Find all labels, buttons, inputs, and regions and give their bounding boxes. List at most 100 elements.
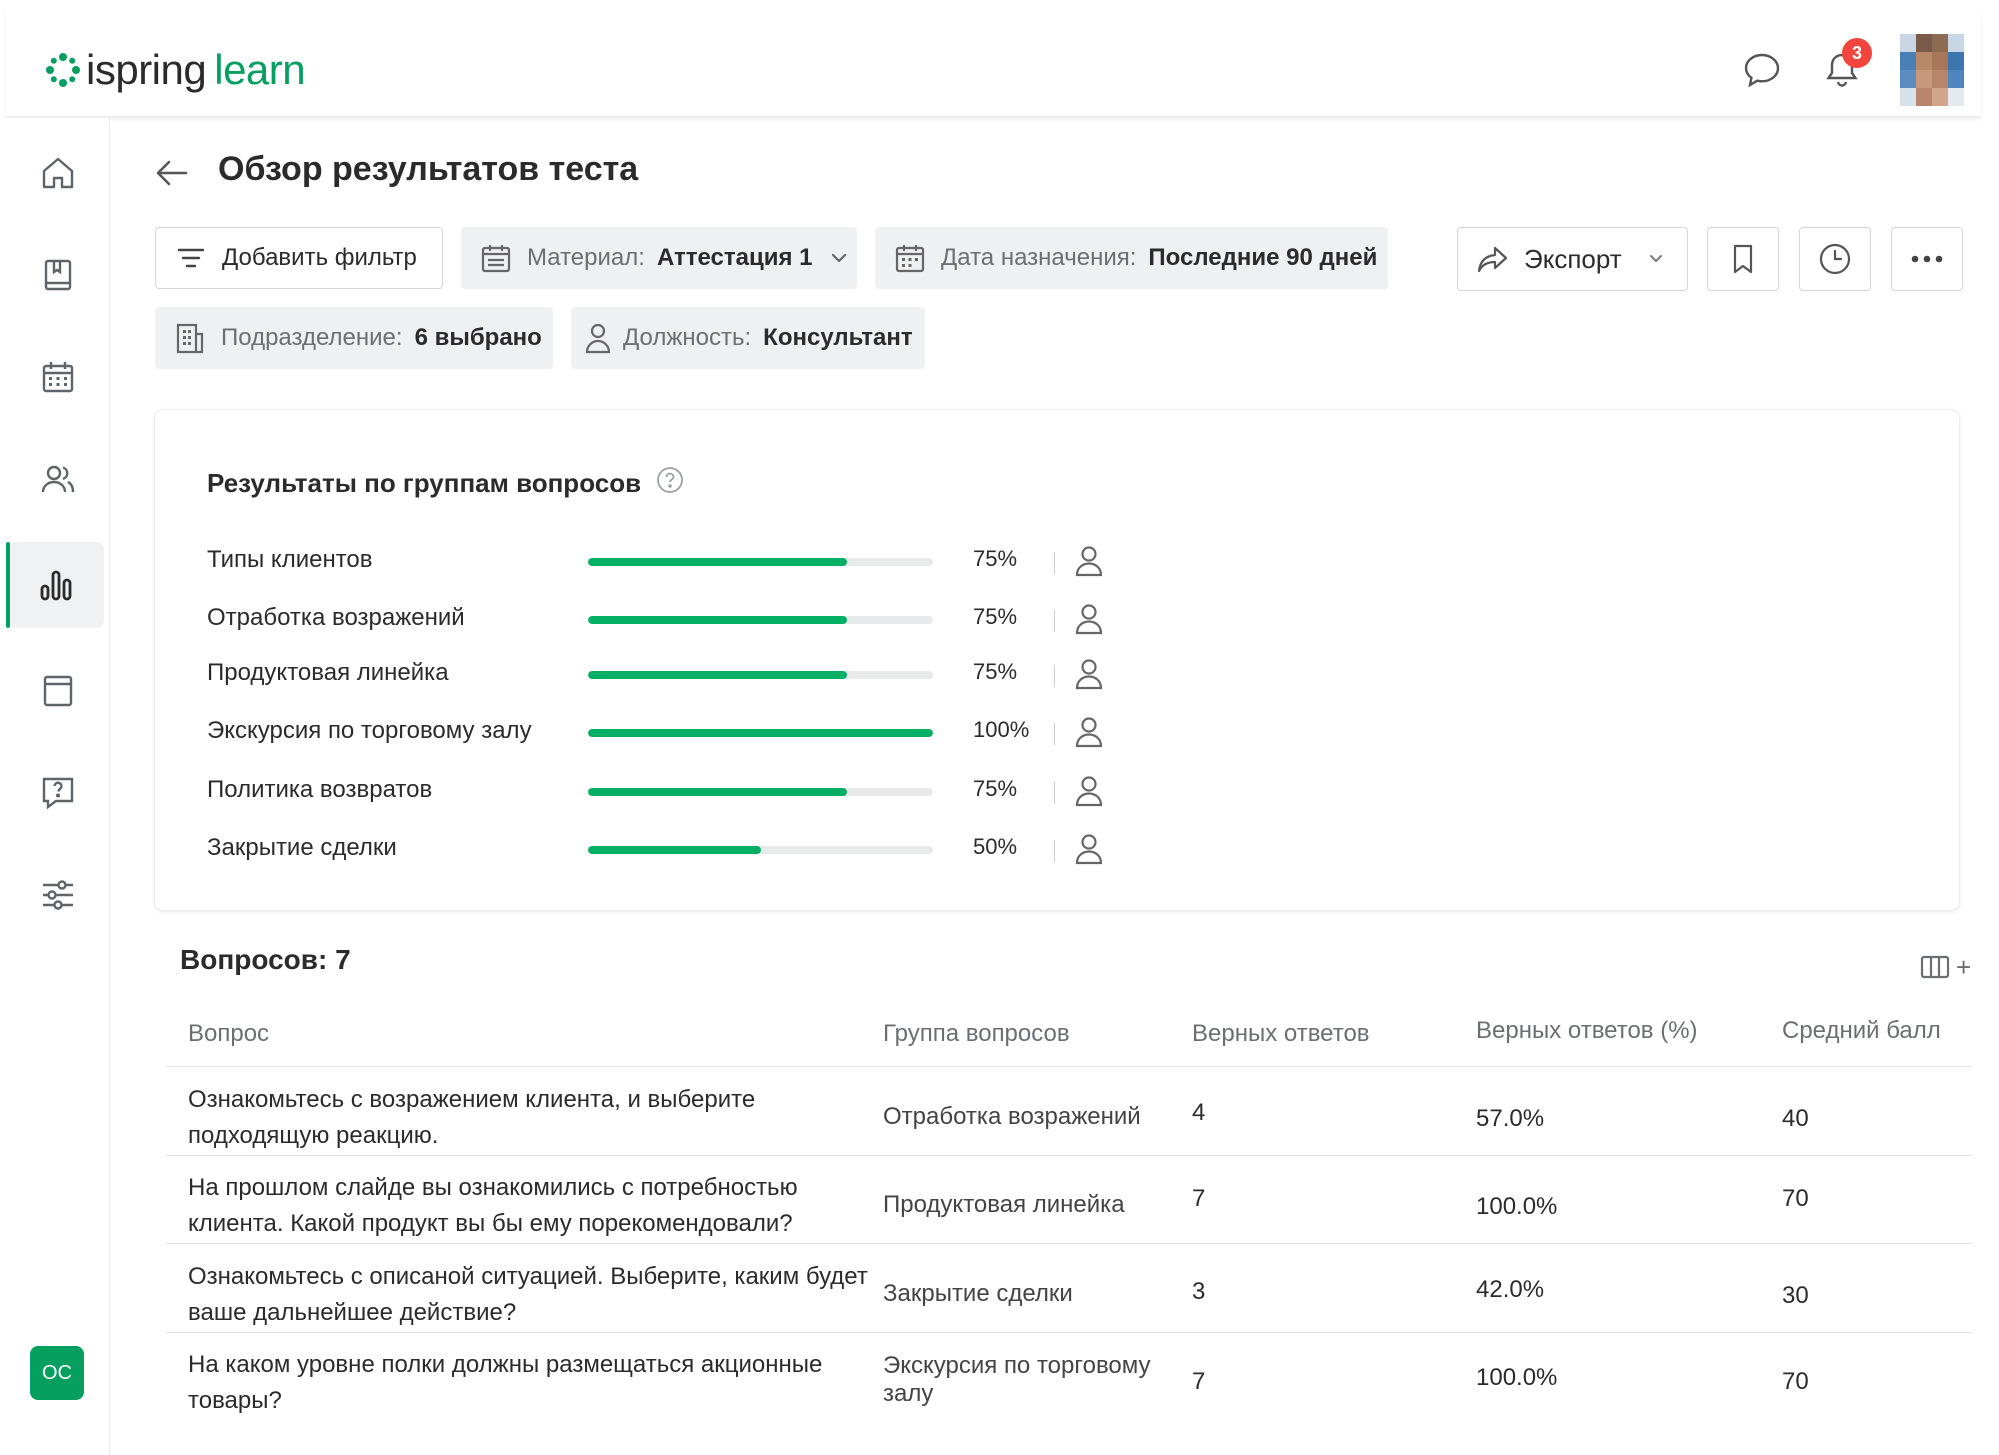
group-percent: 75% <box>973 776 1018 801</box>
sidebar-item-help[interactable] <box>8 750 108 836</box>
group-percent: 50% <box>973 834 1018 859</box>
user-avatar[interactable] <box>1900 34 1964 106</box>
user-initials-avatar[interactable]: OC <box>30 1346 84 1400</box>
back-arrow-icon[interactable] <box>152 153 192 193</box>
bookmark-button[interactable] <box>1707 227 1779 291</box>
group-result-row: Политика возвратов 75% <box>155 772 1103 812</box>
correct-answers-percent: 57.0% <box>1476 1105 1545 1132</box>
bar-chart-icon <box>40 570 72 601</box>
group-label[interactable]: Продуктовая линейка <box>207 659 449 687</box>
clock-icon <box>1819 243 1851 275</box>
filter-lines-icon <box>174 241 208 275</box>
window-icon <box>43 675 73 707</box>
date-filter-key: Дата назначения: <box>941 244 1137 271</box>
divider <box>1054 782 1055 804</box>
sidebar-item-calendar[interactable] <box>8 334 108 420</box>
question-group: Экскурсия по торговому залу <box>883 1352 1151 1407</box>
group-label[interactable]: Типы клиентов <box>207 546 373 574</box>
column-header-avg-score[interactable]: Средний балл <box>1782 1017 1941 1045</box>
position-filter-value: Консультант <box>763 324 913 351</box>
person-icon[interactable] <box>1073 774 1105 808</box>
progress-bar <box>588 846 933 854</box>
page-title: Обзор результатов теста <box>218 150 639 188</box>
table-row-divider <box>166 1332 1972 1333</box>
chat-icon[interactable] <box>1740 48 1784 92</box>
person-icon[interactable] <box>1073 602 1105 636</box>
group-result-row: Отработка возражений 75% <box>155 600 1103 640</box>
question-group: Закрытие сделки <box>883 1280 1073 1307</box>
calendar-icon <box>893 241 927 275</box>
department-filter[interactable]: Подразделение: 6 выбрано <box>155 307 553 369</box>
average-score: 30 <box>1782 1282 1809 1309</box>
material-filter[interactable]: Материал: Аттестация 1 <box>461 227 857 289</box>
logo-brand-text: ispring <box>86 46 207 93</box>
home-icon <box>42 157 74 189</box>
question-text: На прошлом слайде вы ознакомились с потр… <box>188 1174 798 1237</box>
correct-answers: 7 <box>1192 1368 1206 1395</box>
correct-answers-percent: 100.0% <box>1476 1364 1558 1391</box>
column-header-correct-percent[interactable]: Верных ответов (%) <box>1476 1017 1698 1045</box>
material-filter-value: Аттестация 1 <box>656 244 813 271</box>
average-score: 70 <box>1782 1185 1809 1212</box>
group-label[interactable]: Отработка возражений <box>207 604 465 632</box>
person-icon[interactable] <box>1073 657 1105 691</box>
sidebar-item-reports[interactable] <box>6 542 104 628</box>
sidebar-item-content[interactable] <box>8 648 108 734</box>
correct-answers: 7 <box>1192 1185 1206 1212</box>
export-button[interactable]: Экспорт <box>1457 227 1688 291</box>
group-percent: 75% <box>973 604 1018 629</box>
column-header-correct[interactable]: Верных ответов <box>1192 1020 1370 1048</box>
progress-bar-fill <box>588 616 847 624</box>
help-question-icon[interactable] <box>655 465 685 495</box>
question-groups-results-card: Результаты по группам вопросов Типы клие… <box>155 410 1959 910</box>
group-percent: 75% <box>973 659 1018 684</box>
add-filter-button[interactable]: Добавить фильтр <box>155 227 443 289</box>
group-result-row: Закрытие сделки 50% <box>155 830 1103 870</box>
history-button[interactable] <box>1799 227 1871 291</box>
average-score: 40 <box>1782 1105 1809 1132</box>
bookmark-icon <box>1733 244 1753 274</box>
columns-settings-button[interactable]: + <box>1920 950 1976 984</box>
ispring-logo-icon <box>46 53 80 87</box>
group-percent: 75% <box>973 546 1018 571</box>
sidebar-item-home[interactable] <box>8 130 108 216</box>
assignment-date-filter[interactable]: Дата назначения: Последние 90 дней <box>875 227 1388 289</box>
book-icon <box>44 259 72 291</box>
material-filter-key: Материал: <box>527 244 645 271</box>
calendar-icon <box>42 362 74 393</box>
group-label[interactable]: Экскурсия по торговому залу <box>207 717 532 745</box>
correct-answers: 3 <box>1192 1278 1206 1305</box>
person-icon[interactable] <box>1073 832 1105 866</box>
sidebar: OC <box>6 118 110 1455</box>
divider <box>1054 665 1055 687</box>
position-filter[interactable]: Должность: Консультант <box>571 307 925 369</box>
logo-product-text: learn <box>214 46 306 93</box>
correct-answers: 4 <box>1192 1099 1206 1126</box>
table-row-divider <box>166 1243 1972 1244</box>
person-icon[interactable] <box>1073 544 1105 578</box>
divider <box>1054 723 1055 745</box>
question-group: Продуктовая линейка <box>883 1191 1125 1218</box>
notification-count-badge: 3 <box>1842 38 1872 68</box>
question-text: Ознакомьтесь с возражением клиента, и вы… <box>188 1086 756 1149</box>
question-chat-icon <box>42 777 74 810</box>
questions-count: Вопросов: 7 <box>180 944 351 975</box>
person-icon[interactable] <box>1073 715 1105 749</box>
average-score: 70 <box>1782 1368 1809 1395</box>
progress-bar <box>588 671 933 679</box>
chevron-down-icon <box>1648 254 1664 264</box>
divider <box>1054 840 1055 862</box>
more-options-button[interactable] <box>1891 227 1963 291</box>
column-header-group[interactable]: Группа вопросов <box>883 1020 1070 1048</box>
group-label[interactable]: Политика возвратов <box>207 776 432 804</box>
group-label[interactable]: Закрытие сделки <box>207 834 397 862</box>
sidebar-item-courses[interactable] <box>8 232 108 318</box>
progress-bar <box>588 616 933 624</box>
more-dots-icon <box>1911 255 1943 263</box>
sidebar-item-users[interactable] <box>8 436 108 522</box>
ispring-learn-logo[interactable]: ispring learn <box>44 40 306 100</box>
sidebar-item-settings[interactable] <box>8 852 108 938</box>
share-arrow-icon <box>1476 242 1510 276</box>
column-header-question[interactable]: Вопрос <box>188 1020 269 1048</box>
person-icon <box>581 321 615 355</box>
